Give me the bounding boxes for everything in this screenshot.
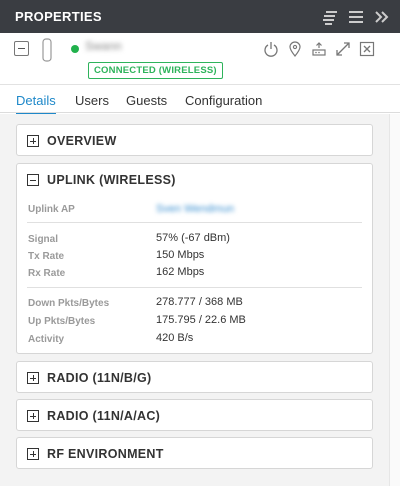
rx-rate-label: Rx Rate <box>28 268 66 279</box>
section-radio-ac[interactable]: RADIO (11N/A/AC) <box>16 399 373 431</box>
tab-configuration[interactable]: Configuration <box>185 93 262 108</box>
tab-bar: Details Users Guests Configuration <box>0 86 400 115</box>
expand-icon[interactable] <box>335 41 351 57</box>
device-name: Swann <box>85 39 122 53</box>
section-uplink-header[interactable]: UPLINK (WIRELESS) <box>17 164 372 195</box>
expand-icon[interactable] <box>27 409 39 422</box>
section-rf-environment[interactable]: RF ENVIRONMENT <box>16 437 373 469</box>
collapse-device-button[interactable] <box>14 41 29 56</box>
section-overview-header[interactable]: OVERVIEW <box>17 125 372 156</box>
restart-icon[interactable] <box>263 41 279 57</box>
menu-icon[interactable] <box>348 9 364 25</box>
collapse-panel-icon[interactable] <box>374 9 390 25</box>
uplink-ap-link[interactable]: Sven Wendmun <box>156 203 234 215</box>
rx-rate-value: 162 Mbps <box>156 266 205 278</box>
activity-value: 420 B/s <box>156 332 194 344</box>
tx-rate-value: 150 Mbps <box>156 249 205 261</box>
status-indicator <box>71 45 79 53</box>
panel-title: PROPERTIES <box>15 9 102 24</box>
expand-icon[interactable] <box>27 447 39 460</box>
close-icon[interactable] <box>359 41 375 57</box>
list-align-icon[interactable] <box>322 9 338 25</box>
section-radio-ac-header[interactable]: RADIO (11N/A/AC) <box>17 400 372 431</box>
section-title: RF ENVIRONMENT <box>47 446 164 461</box>
header-actions <box>322 0 390 33</box>
device-actions <box>263 41 375 57</box>
tab-guests[interactable]: Guests <box>126 93 167 108</box>
section-title: OVERVIEW <box>47 133 117 148</box>
section-title: UPLINK (WIRELESS) <box>47 172 176 187</box>
tab-details[interactable]: Details <box>16 93 56 115</box>
signal-value: 57% (-67 dBm) <box>156 232 230 244</box>
down-pkts-value: 278.777 / 368 MB <box>156 296 243 308</box>
connection-status-badge: CONNECTED (WIRELESS) <box>88 62 223 79</box>
uplink-ap-label: Uplink AP <box>28 204 75 215</box>
scrollbar[interactable] <box>389 114 400 486</box>
section-title: RADIO (11N/B/G) <box>47 370 152 385</box>
down-pkts-label: Down Pkts/Bytes <box>28 298 110 309</box>
section-radio-ng[interactable]: RADIO (11N/B/G) <box>16 361 373 393</box>
divider <box>27 222 362 223</box>
locate-icon[interactable] <box>287 41 303 57</box>
divider <box>27 287 362 288</box>
up-pkts-value: 175.795 / 22.6 MB <box>156 314 246 326</box>
device-manage-icon[interactable] <box>311 41 327 57</box>
section-overview[interactable]: OVERVIEW <box>16 124 373 156</box>
up-pkts-label: Up Pkts/Bytes <box>28 316 96 327</box>
section-title: RADIO (11N/A/AC) <box>47 408 161 423</box>
collapse-icon[interactable] <box>27 173 39 186</box>
signal-label: Signal <box>28 234 59 245</box>
section-uplink: UPLINK (WIRELESS) Uplink AP Sven Wendmun… <box>16 163 373 354</box>
tab-users[interactable]: Users <box>75 93 109 108</box>
activity-label: Activity <box>28 334 65 345</box>
expand-icon[interactable] <box>27 134 39 147</box>
tx-rate-label: Tx Rate <box>28 251 65 262</box>
expand-icon[interactable] <box>27 371 39 384</box>
properties-header: PROPERTIES <box>0 0 400 33</box>
section-radio-ng-header[interactable]: RADIO (11N/B/G) <box>17 362 372 393</box>
device-summary: Swann CONNECTED (WIRELESS) <box>0 33 400 85</box>
section-rf-environment-header[interactable]: RF ENVIRONMENT <box>17 438 372 469</box>
